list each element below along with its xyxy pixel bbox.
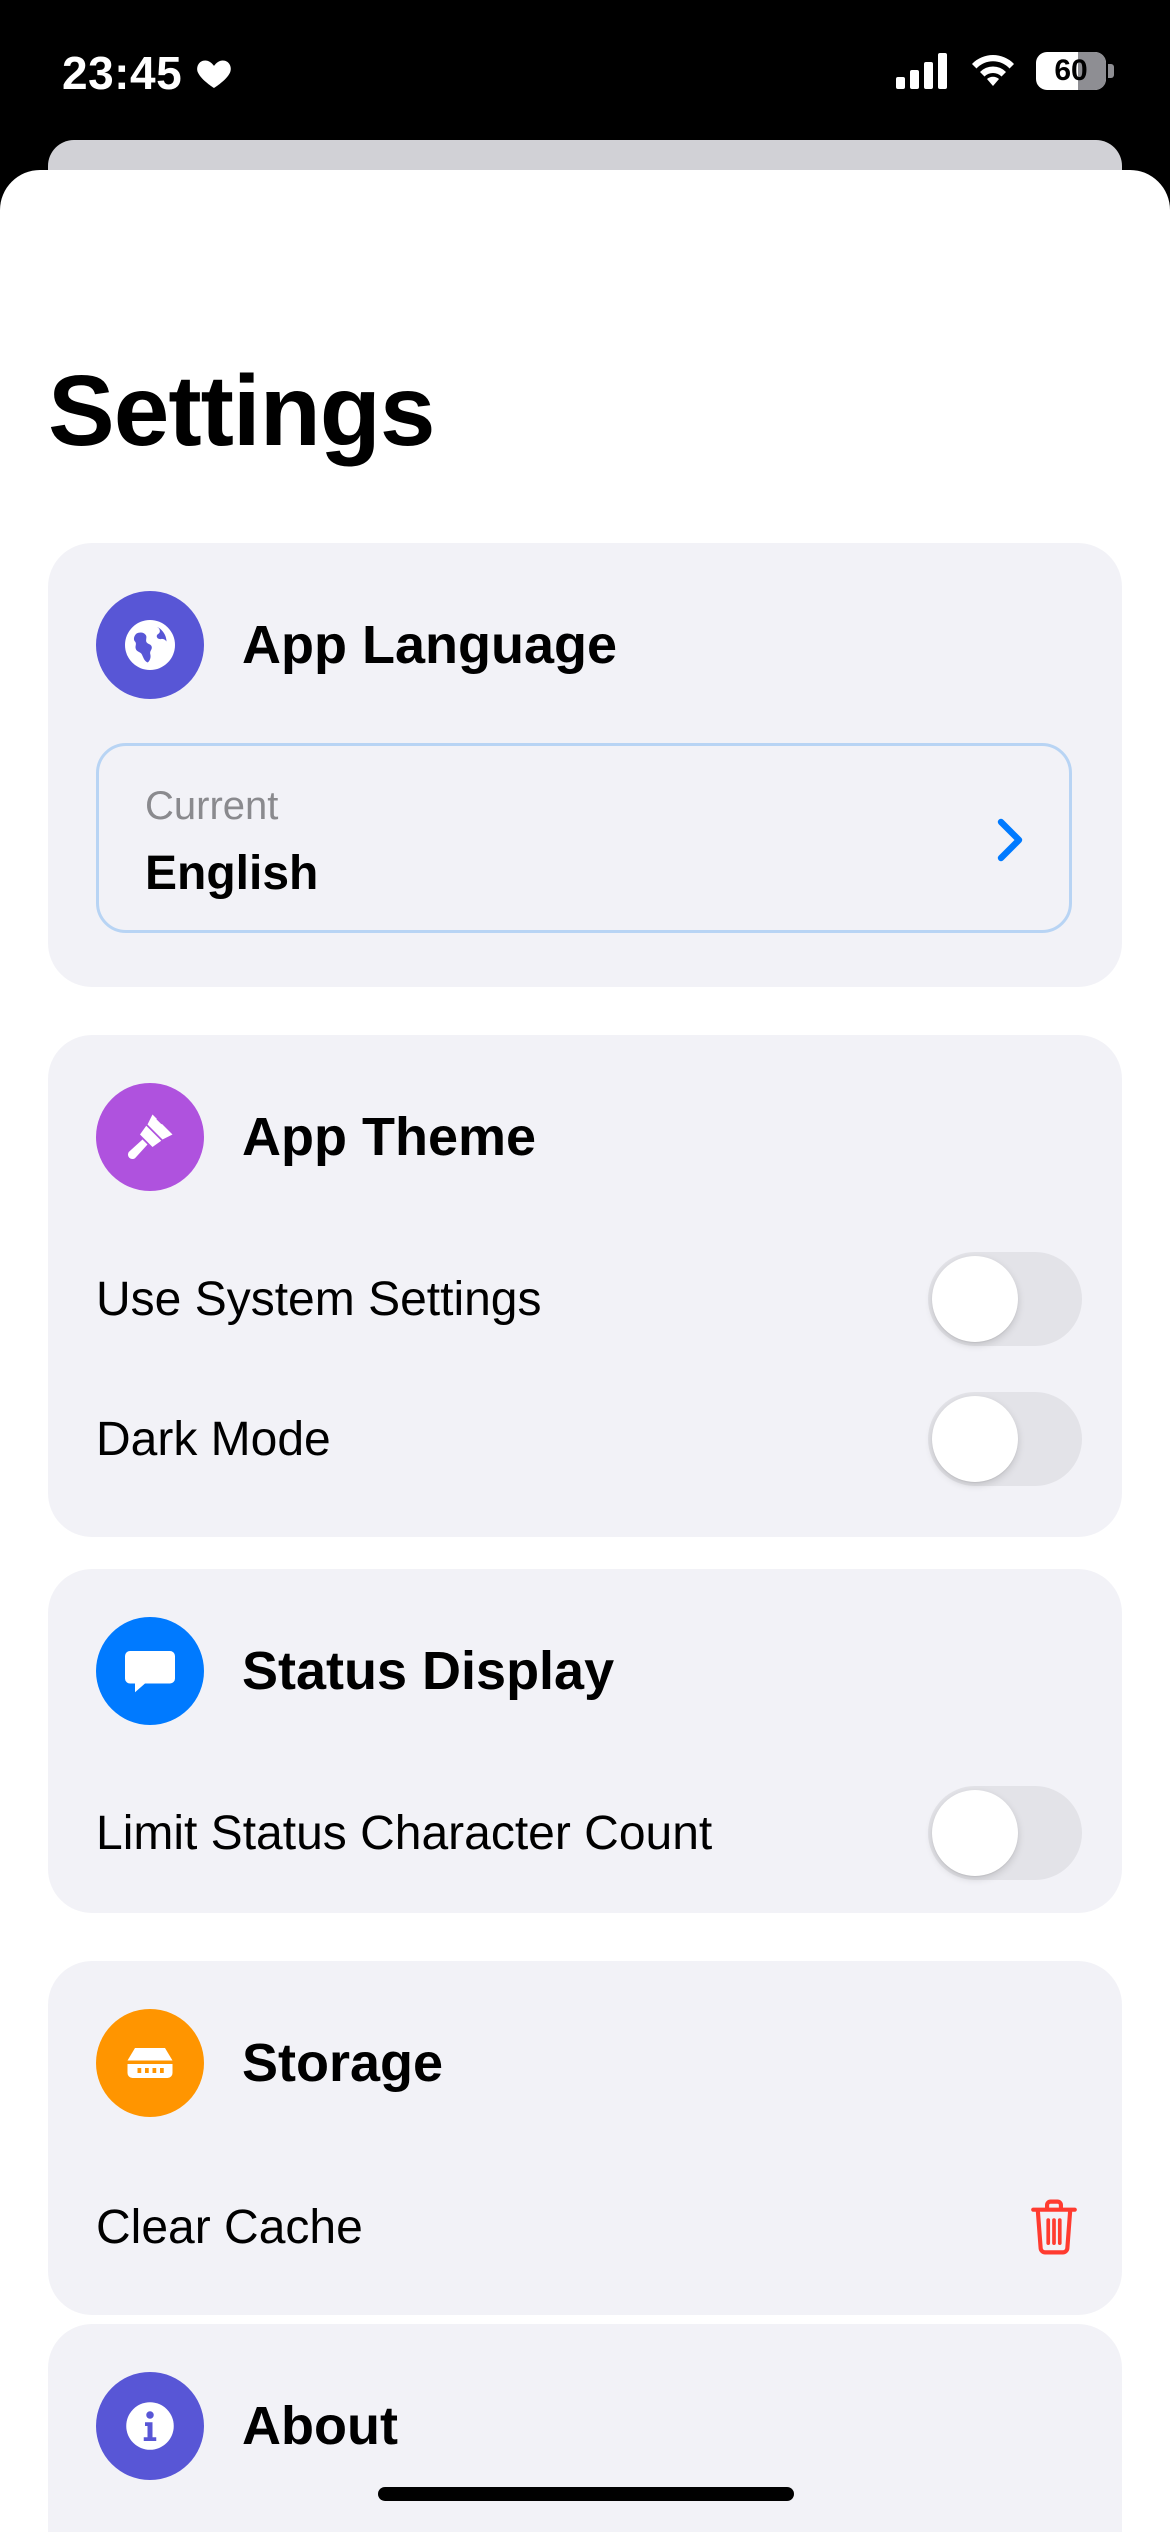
limit-status-label: Limit Status Character Count — [96, 1806, 713, 1860]
dark-mode-label: Dark Mode — [96, 1412, 331, 1466]
paintbrush-icon — [96, 1083, 204, 1191]
toggle-knob — [932, 1396, 1018, 1482]
about-title: About — [242, 2396, 398, 2456]
app-language-title: App Language — [242, 615, 617, 675]
app-language-header: App Language — [96, 591, 617, 699]
status-display-header: Status Display — [96, 1617, 614, 1725]
page-title: Settings — [48, 355, 435, 467]
dark-mode-row: Dark Mode — [96, 1391, 1082, 1487]
limit-status-row: Limit Status Character Count — [96, 1785, 1082, 1881]
clear-cache-row[interactable]: Clear Cache — [96, 2179, 1082, 2275]
wifi-icon — [972, 55, 1014, 86]
storage-title: Storage — [242, 2033, 444, 2093]
status-indicators: 60 — [896, 52, 1114, 90]
settings-sheet: Settings App Language Current English Ap… — [0, 170, 1170, 2532]
cellular-signal-icon — [896, 53, 947, 89]
language-current-caption: Current — [145, 784, 279, 828]
storage-header: Storage — [96, 2009, 443, 2117]
heart-icon — [197, 60, 231, 88]
status-display-title: Status Display — [242, 1641, 615, 1701]
language-selector[interactable]: Current English — [96, 743, 1072, 933]
about-header: About — [96, 2372, 398, 2480]
globe-icon — [96, 591, 204, 699]
home-indicator[interactable] — [378, 2487, 794, 2501]
chevron-right-icon — [997, 818, 1023, 862]
app-theme-title: App Theme — [242, 1107, 537, 1167]
dark-mode-toggle[interactable] — [928, 1392, 1082, 1486]
toggle-knob — [932, 1256, 1018, 1342]
app-theme-header: App Theme — [96, 1083, 536, 1191]
status-time: 23:45 — [62, 47, 183, 99]
message-bubble-icon — [96, 1617, 204, 1725]
app-theme-card: App Theme Use System Settings Dark Mode — [48, 1035, 1122, 1537]
use-system-settings-row: Use System Settings — [96, 1251, 1082, 1347]
info-icon — [96, 2372, 204, 2480]
limit-status-toggle[interactable] — [928, 1786, 1082, 1880]
use-system-settings-label: Use System Settings — [96, 1272, 542, 1326]
storage-card: Storage Clear Cache — [48, 1961, 1122, 2315]
toggle-knob — [932, 1790, 1018, 1876]
status-bar: 23:45 60 — [0, 0, 1170, 150]
storage-drive-icon — [96, 2009, 204, 2117]
battery-icon: 60 — [1036, 52, 1114, 90]
use-system-settings-toggle[interactable] — [928, 1252, 1082, 1346]
app-language-card: App Language Current English — [48, 543, 1122, 987]
battery-level: 60 — [1054, 54, 1088, 87]
trash-icon[interactable] — [1026, 2197, 1082, 2257]
language-current-value: English — [145, 847, 319, 900]
status-time-group: 23:45 — [62, 46, 234, 100]
clear-cache-label: Clear Cache — [96, 2200, 363, 2254]
status-display-card: Status Display Limit Status Character Co… — [48, 1569, 1122, 1913]
